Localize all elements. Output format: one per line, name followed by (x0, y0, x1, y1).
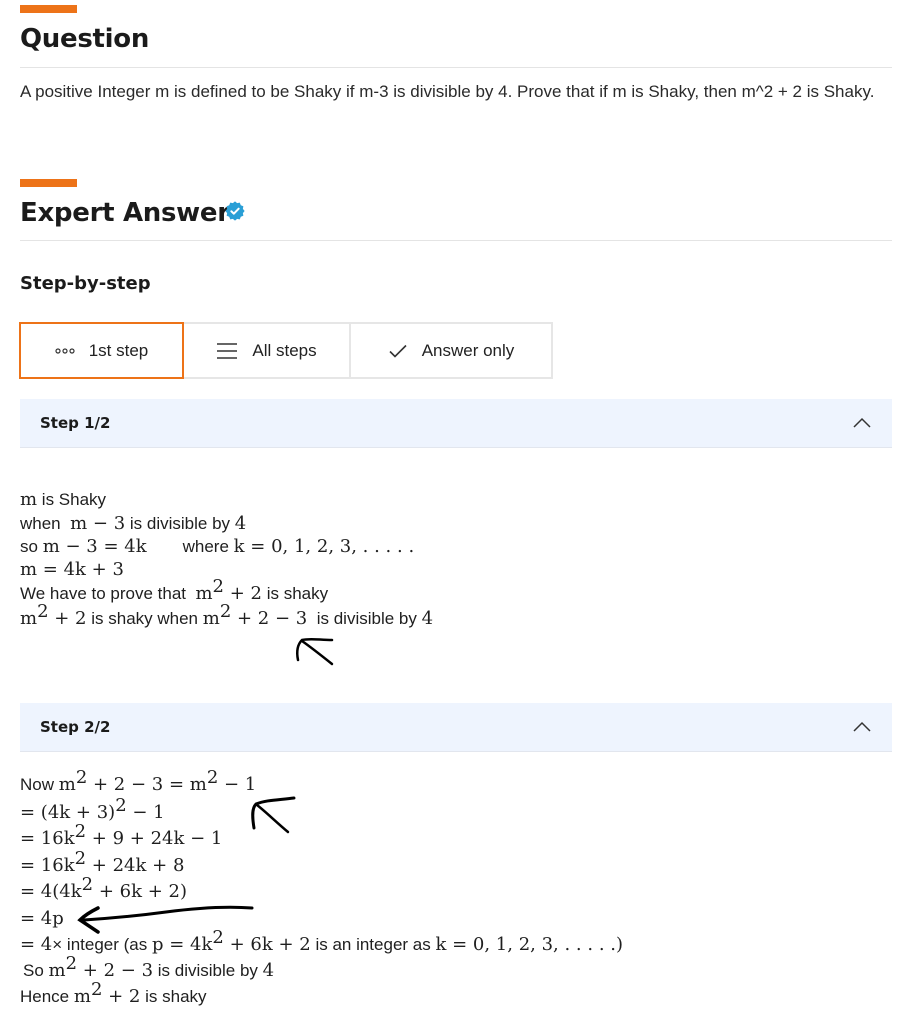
step1-line: We have to prove that m2 + 2 is shaky (20, 576, 329, 605)
tab-1st-step[interactable]: 1st step (19, 322, 184, 379)
step2-line: = 4(4k2 + 6k + 2) (20, 874, 187, 903)
step2-line: = 16k2 + 24k + 8 (20, 848, 185, 877)
answer-divider (20, 240, 892, 241)
question-accent-bar (20, 5, 77, 13)
handwritten-arrow-annotation (295, 637, 334, 666)
step1-line: when m − 3 is divisible by 4 (20, 513, 247, 534)
step2-line: Now m2 + 2 − 3 = m2 − 1 (20, 767, 257, 796)
verified-badge-icon (225, 201, 245, 221)
step1-line: so m − 3 = 4k where k = 0, 1, 2, 3, . . .… (20, 536, 415, 557)
step2-line: Hence m2 + 2 is shaky (20, 979, 207, 1008)
step2-line: = 4p (20, 908, 64, 929)
step2-line: = (4k + 3)2 − 1 (20, 795, 165, 824)
tab-answer-only[interactable]: Answer only (351, 322, 553, 379)
tab-label: Answer only (421, 340, 515, 360)
step1-line: m2 + 2 is shaky when m2 + 2 − 3 is divis… (20, 601, 434, 630)
handwritten-arrow-annotation (251, 796, 296, 834)
tab-label: All steps (252, 340, 317, 360)
step1-line: m is Shaky (20, 489, 107, 510)
step2-line: So m2 + 2 − 3 is divisible by 4 (23, 953, 275, 982)
chevron-up-icon[interactable] (852, 721, 872, 733)
step-1-header[interactable]: Step 1/2 (20, 399, 892, 448)
step-2-header[interactable]: Step 2/2 (20, 703, 892, 752)
step-by-step-heading: Step-by-step (20, 273, 151, 294)
step-title: Step 2/2 (40, 718, 111, 736)
tab-all-steps[interactable]: All steps (184, 322, 351, 379)
answer-accent-bar (20, 179, 77, 187)
step1-line: m = 4k + 3 (20, 559, 124, 580)
question-text: A positive Integer m is defined to be Sh… (20, 82, 875, 101)
expert-answer-heading: Expert Answer (20, 198, 230, 228)
view-mode-tabs: 1st step All steps Answer only (19, 322, 553, 379)
chevron-up-icon[interactable] (852, 417, 872, 429)
question-heading: Question (20, 24, 150, 54)
check-icon (388, 343, 408, 359)
question-divider (20, 67, 892, 68)
step2-line: = 4× integer (as p = 4k2 + 6k + 2 is an … (20, 927, 624, 956)
step2-line: = 16k2 + 9 + 24k − 1 (20, 821, 223, 850)
list-icon (216, 342, 238, 360)
step-title: Step 1/2 (40, 414, 111, 432)
dots-icon (55, 347, 75, 354)
handwritten-arrow-annotation (77, 905, 254, 934)
tab-label: 1st step (88, 340, 149, 360)
